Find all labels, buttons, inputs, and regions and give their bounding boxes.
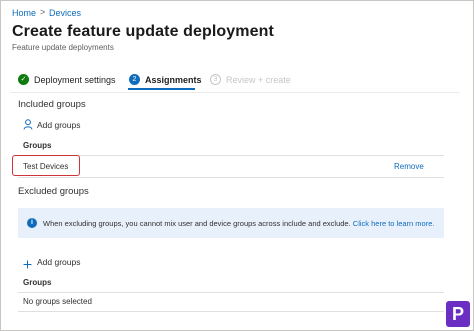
page-subtitle: Feature update deployments xyxy=(12,43,114,52)
excluded-groups-column-header: Groups xyxy=(23,278,52,287)
remove-group-button[interactable]: Remove xyxy=(394,162,424,171)
excluded-row-divider xyxy=(18,311,444,312)
step-number-3-icon: 3 xyxy=(210,74,221,85)
info-banner-text: When excluding groups, you cannot mix us… xyxy=(43,219,434,228)
highlight-box xyxy=(12,155,80,176)
excluded-groups-heading: Excluded groups xyxy=(18,186,89,197)
step-number-2-icon: 2 xyxy=(129,74,140,85)
active-step-indicator xyxy=(128,88,195,90)
add-included-groups-button[interactable]: Add groups xyxy=(37,120,80,130)
excluded-header-divider xyxy=(18,292,444,293)
no-groups-selected-text: No groups selected xyxy=(23,297,92,306)
breadcrumb-devices-link[interactable]: Devices xyxy=(49,8,81,18)
included-groups-heading: Included groups xyxy=(18,99,86,110)
add-excluded-groups-button[interactable]: Add groups xyxy=(37,257,80,267)
step-assignments[interactable]: Assignments xyxy=(145,75,202,85)
plus-icon[interactable] xyxy=(23,256,32,274)
learn-more-link[interactable]: Click here to learn more. xyxy=(353,219,435,228)
breadcrumb-separator: > xyxy=(40,7,46,17)
site-logo-icon: P xyxy=(446,301,470,327)
page-title: Create feature update deployment xyxy=(12,23,274,40)
included-header-divider xyxy=(18,155,444,156)
included-groups-column-header: Groups xyxy=(23,141,52,150)
info-icon: i xyxy=(27,218,37,228)
step-review-create[interactable]: Review + create xyxy=(226,75,291,85)
more-options-button[interactable]: ... xyxy=(256,24,266,38)
info-message: When excluding groups, you cannot mix us… xyxy=(43,219,351,228)
steps-divider xyxy=(10,92,460,93)
included-row-divider xyxy=(18,177,444,178)
breadcrumb-home-link[interactable]: Home xyxy=(12,8,36,18)
step-deployment-settings[interactable]: Deployment settings xyxy=(34,75,116,85)
add-person-icon[interactable] xyxy=(23,117,33,135)
check-circle-icon: ✓ xyxy=(18,74,29,85)
